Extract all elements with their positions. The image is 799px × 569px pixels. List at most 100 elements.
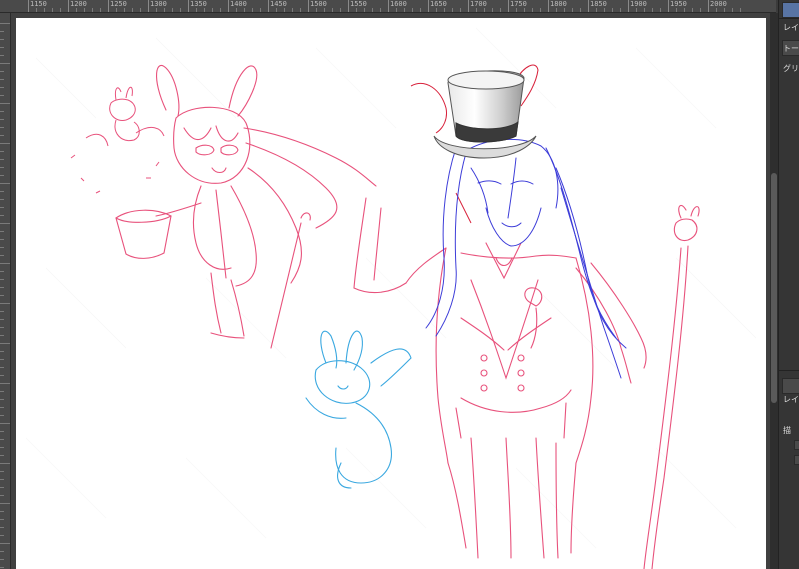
ruler-major-tick (628, 0, 629, 12)
ruler-minor-tick (300, 8, 301, 12)
ruler-major-tick (188, 0, 189, 12)
ruler-tick (0, 167, 4, 168)
layer-checkbox[interactable] (794, 455, 799, 465)
ruler-minor-tick (204, 8, 205, 12)
ruler-tick (0, 279, 4, 280)
ruler-tick (0, 383, 10, 384)
drawing-canvas[interactable] (16, 18, 766, 569)
ruler-label: 1500 (310, 0, 327, 8)
ruler-tick (0, 391, 4, 392)
ruler-minor-tick (36, 8, 37, 12)
layer-checkbox[interactable] (794, 440, 799, 450)
ruler-tick (0, 87, 4, 88)
ruler-minor-tick (716, 8, 717, 12)
ruler-tick (0, 239, 4, 240)
ruler-minor-tick (596, 8, 597, 12)
ruler-label: 1700 (470, 0, 487, 8)
ruler-minor-tick (620, 8, 621, 12)
ruler-minor-tick (444, 8, 445, 12)
vertical-ruler (0, 13, 11, 569)
ruler-tick (0, 231, 4, 232)
ruler-major-tick (548, 0, 549, 12)
ruler-minor-tick (644, 8, 645, 12)
ruler-tick (0, 311, 4, 312)
ruler-tick (0, 519, 4, 520)
ruler-tick (0, 343, 10, 344)
ruler-minor-tick (52, 8, 53, 12)
ruler-minor-tick (316, 8, 317, 12)
ruler-tick (0, 199, 4, 200)
ruler-minor-tick (172, 8, 173, 12)
ruler-tick (0, 143, 10, 144)
ruler-major-tick (388, 0, 389, 12)
ruler-label: 1650 (430, 0, 447, 8)
ruler-tick (0, 103, 10, 104)
tab-grid[interactable]: グリ (783, 63, 799, 74)
ruler-major-tick (148, 0, 149, 12)
tab-layer[interactable]: レイ (783, 22, 799, 33)
ruler-label: 1750 (510, 0, 527, 8)
ruler-minor-tick (92, 8, 93, 12)
ruler-minor-tick (692, 8, 693, 12)
ruler-minor-tick (500, 8, 501, 12)
watermark-pattern (25, 27, 757, 549)
ruler-minor-tick (396, 8, 397, 12)
ruler-tick (0, 431, 4, 432)
ruler-minor-tick (196, 8, 197, 12)
ruler-tick (0, 151, 4, 152)
ruler-minor-tick (636, 8, 637, 12)
layer-property-label: 描 (783, 426, 791, 435)
ruler-tick (0, 551, 4, 552)
right-side-panel: レイ トー グリ レイ 描 (778, 0, 799, 569)
ruler-tick (0, 287, 4, 288)
sketch-artwork (25, 27, 757, 569)
ruler-label: 1150 (30, 0, 47, 8)
ruler-tick (0, 447, 4, 448)
ruler-tick (0, 95, 4, 96)
ruler-tick (0, 559, 4, 560)
ruler-minor-tick (532, 8, 533, 12)
panel-menu-button[interactable] (782, 2, 799, 18)
vertical-scrollbar[interactable] (770, 13, 778, 569)
ruler-minor-tick (140, 8, 141, 12)
ruler-minor-tick (540, 8, 541, 12)
canvas-workspace[interactable] (11, 13, 770, 569)
top-hat-drawing (433, 70, 537, 159)
ruler-tick (0, 263, 10, 264)
ruler-minor-tick (684, 8, 685, 12)
ruler-minor-tick (364, 8, 365, 12)
ruler-minor-tick (244, 8, 245, 12)
ruler-tick (0, 191, 4, 192)
ruler-tick (0, 359, 4, 360)
ruler-minor-tick (740, 8, 741, 12)
ruler-major-tick (308, 0, 309, 12)
ruler-minor-tick (572, 8, 573, 12)
tab-layer-lower[interactable]: レイ (783, 394, 799, 405)
ruler-label: 1950 (670, 0, 687, 8)
chibi-sketch (115, 65, 377, 349)
ruler-minor-tick (220, 8, 221, 12)
ruler-minor-tick (44, 8, 45, 12)
ruler-minor-tick (252, 8, 253, 12)
ruler-minor-tick (460, 8, 461, 12)
ruler-tick (0, 439, 4, 440)
ruler-minor-tick (236, 8, 237, 12)
ruler-tick (0, 327, 4, 328)
panel-collapse-button[interactable] (782, 378, 799, 394)
ruler-minor-tick (660, 8, 661, 12)
ruler-minor-tick (100, 8, 101, 12)
panel-divider (779, 18, 799, 19)
ruler-tick (0, 399, 4, 400)
ruler-major-tick (68, 0, 69, 12)
ruler-minor-tick (284, 8, 285, 12)
ruler-tick (0, 535, 4, 536)
ruler-tick (0, 135, 4, 136)
ruler-tick (0, 111, 4, 112)
ruler-tick (0, 71, 4, 72)
tab-tone[interactable]: トー (783, 43, 799, 54)
ruler-label: 1900 (630, 0, 647, 8)
scrollbar-thumb[interactable] (771, 173, 777, 403)
ruler-minor-tick (700, 8, 701, 12)
ruler-tick (0, 215, 4, 216)
ruler-tick (0, 183, 10, 184)
